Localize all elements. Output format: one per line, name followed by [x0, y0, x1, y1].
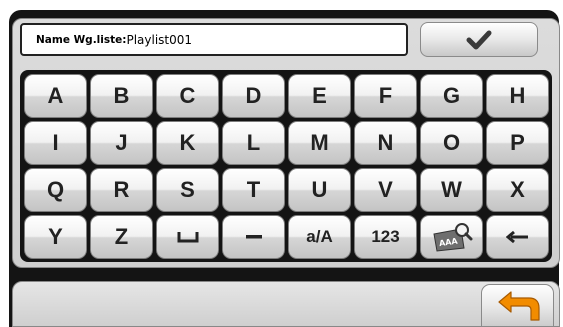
key-i[interactable]: I [24, 121, 87, 165]
key-c[interactable]: C [156, 74, 219, 118]
key-e[interactable]: E [288, 74, 351, 118]
key-q[interactable]: Q [24, 168, 87, 212]
checkmark-icon [466, 30, 492, 49]
back-button[interactable] [481, 284, 554, 327]
key-a[interactable]: A [24, 74, 87, 118]
key-f[interactable]: F [354, 74, 417, 118]
backspace-arrow-icon [505, 230, 528, 244]
key-o[interactable]: O [420, 121, 483, 165]
key-k[interactable]: K [156, 121, 219, 165]
aaa-magnifier-icon: AAA [432, 223, 472, 252]
key-p[interactable]: P [486, 121, 549, 165]
numbers-key[interactable]: 123 [354, 215, 417, 259]
space-icon [177, 232, 198, 243]
key-t[interactable]: T [222, 168, 285, 212]
key-l[interactable]: L [222, 121, 285, 165]
key-u[interactable]: U [288, 168, 351, 212]
key-d[interactable]: D [222, 74, 285, 118]
key-s[interactable]: S [156, 168, 219, 212]
key-j[interactable]: J [90, 121, 153, 165]
name-input-field[interactable]: Name Wg.liste: Playlist001 [20, 23, 408, 56]
key-x[interactable]: X [486, 168, 549, 212]
backspace-key[interactable] [486, 215, 549, 259]
key-v[interactable]: V [354, 168, 417, 212]
key-w[interactable]: W [420, 168, 483, 212]
key-m[interactable]: M [288, 121, 351, 165]
key-h[interactable]: H [486, 74, 549, 118]
back-arrow-icon [497, 290, 540, 321]
key-z[interactable]: Z [90, 215, 153, 259]
case-toggle-key[interactable]: a/A [288, 215, 351, 259]
key-g[interactable]: G [420, 74, 483, 118]
keyboard-layout-key[interactable]: AAA [420, 215, 483, 259]
input-value: Playlist001 [126, 32, 193, 47]
key-b[interactable]: B [90, 74, 153, 118]
keyboard: A B C D E F G H I J K L M N O P Q R S T … [20, 70, 552, 262]
key-y[interactable]: Y [24, 215, 87, 259]
space-key[interactable] [156, 215, 219, 259]
input-label: Name Wg.liste: [36, 33, 127, 46]
key-n[interactable]: N [354, 121, 417, 165]
dash-icon [245, 235, 262, 239]
confirm-button[interactable] [420, 22, 538, 57]
bottom-bar [12, 281, 560, 327]
key-r[interactable]: R [90, 168, 153, 212]
dash-key[interactable] [222, 215, 285, 259]
